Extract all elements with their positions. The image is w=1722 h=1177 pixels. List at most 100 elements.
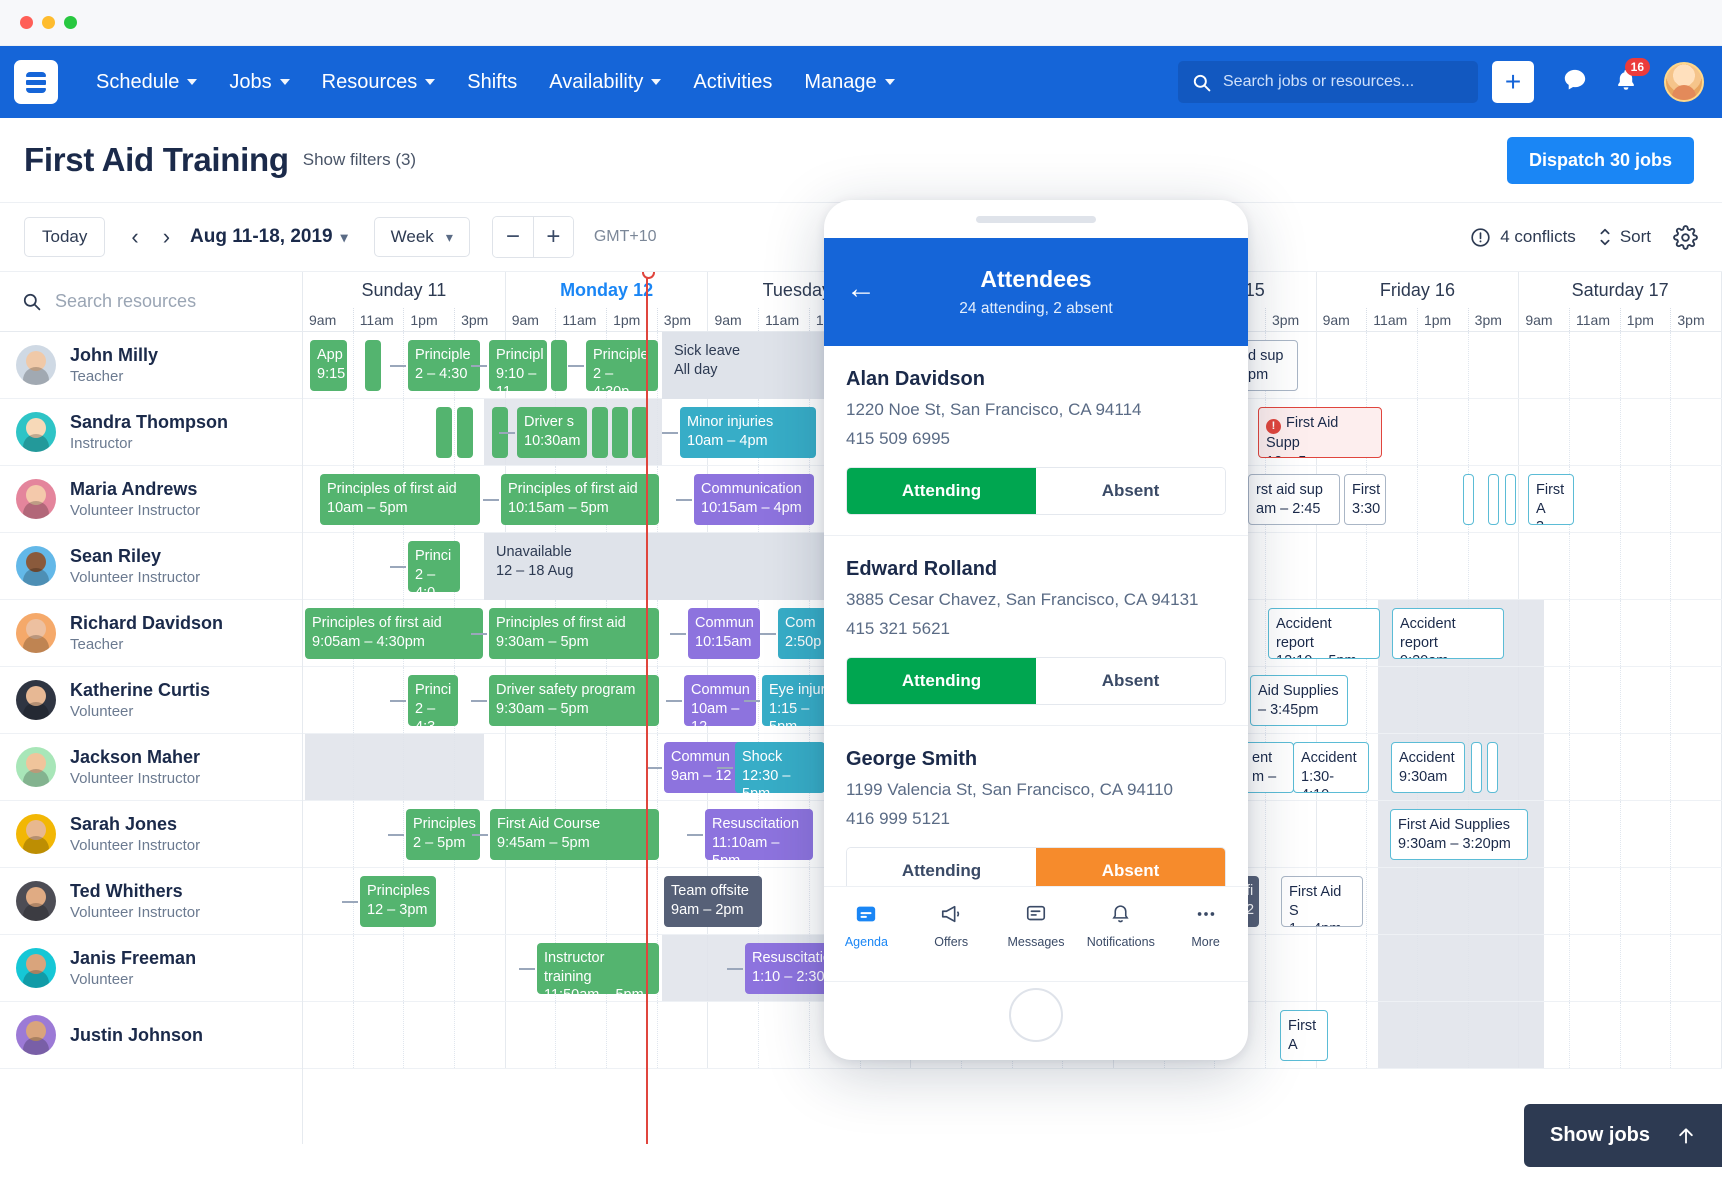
calendar-day-cell[interactable] bbox=[1519, 935, 1722, 1001]
nav-item-activities[interactable]: Activities bbox=[677, 63, 788, 102]
absent-option[interactable]: Absent bbox=[1036, 468, 1225, 514]
nav-item-availability[interactable]: Availability bbox=[533, 63, 677, 102]
calendar-event[interactable] bbox=[457, 407, 473, 458]
calendar-hour-cell[interactable] bbox=[1621, 533, 1672, 599]
resource-row[interactable]: Jackson Maher Volunteer Instructor bbox=[0, 734, 302, 801]
calendar-day-cell[interactable] bbox=[303, 935, 506, 1001]
calendar-hour-cell[interactable] bbox=[404, 935, 456, 1001]
calendar-event[interactable]: Communication 10:15am – 4pm bbox=[694, 474, 814, 525]
calendar-hour-cell[interactable] bbox=[1621, 868, 1672, 934]
next-week-button[interactable]: › bbox=[151, 220, 182, 254]
calendar-hour-cell[interactable] bbox=[1671, 801, 1721, 867]
calendar-day-cell[interactable] bbox=[1317, 332, 1520, 398]
calendar-hour-cell[interactable] bbox=[1469, 399, 1519, 465]
calendar-hour-cell[interactable] bbox=[1570, 466, 1621, 532]
calendar-hour-cell[interactable] bbox=[1519, 533, 1570, 599]
zoom-in-button[interactable]: + bbox=[532, 217, 573, 257]
nav-item-shifts[interactable]: Shifts bbox=[451, 63, 533, 102]
resource-row[interactable]: John Milly Teacher bbox=[0, 332, 302, 399]
calendar-hour-cell[interactable] bbox=[759, 868, 810, 934]
calendar-hour-cell[interactable] bbox=[1570, 734, 1621, 800]
resource-row[interactable]: Janis Freeman Volunteer bbox=[0, 935, 302, 1002]
calendar-hour-cell[interactable] bbox=[1570, 801, 1621, 867]
calendar-hour-cell[interactable] bbox=[1317, 935, 1368, 1001]
calendar-event[interactable]: Principles 2 – 5pm bbox=[406, 809, 480, 860]
calendar-day-cell[interactable] bbox=[1519, 868, 1722, 934]
sort-button[interactable]: Sort bbox=[1598, 227, 1651, 247]
calendar-event[interactable]: ent m – bbox=[1244, 742, 1294, 793]
search-resources-input[interactable]: Search resources bbox=[55, 291, 196, 312]
calendar-hour-cell[interactable] bbox=[1671, 466, 1721, 532]
calendar-hour-cell[interactable] bbox=[1317, 801, 1368, 867]
calendar-hour-cell[interactable] bbox=[1621, 667, 1672, 733]
calendar-hour-cell[interactable] bbox=[607, 868, 658, 934]
calendar-hour-cell[interactable] bbox=[1266, 801, 1316, 867]
calendar-event[interactable] bbox=[612, 407, 628, 458]
user-avatar[interactable] bbox=[1664, 62, 1704, 102]
calendar-hour-cell[interactable] bbox=[404, 1002, 456, 1068]
calendar-event[interactable]: Shock 12:30 – 5pm bbox=[735, 742, 825, 793]
attending-option[interactable]: Attending bbox=[847, 468, 1036, 514]
calendar-event[interactable]: Principles of first aid 10am – 5pm bbox=[320, 474, 480, 525]
global-search-input[interactable]: Search jobs or resources... bbox=[1223, 73, 1414, 91]
search-resources[interactable]: Search resources bbox=[0, 272, 302, 332]
resource-row[interactable]: Maria Andrews Volunteer Instructor bbox=[0, 466, 302, 533]
calendar-hour-cell[interactable] bbox=[303, 801, 354, 867]
calendar-event[interactable]: First Aid Supplies 9:30am – 3:20pm bbox=[1390, 809, 1528, 860]
calendar-event[interactable]: First A3 – 4: bbox=[1528, 474, 1574, 525]
calendar-hour-cell[interactable] bbox=[1621, 466, 1672, 532]
calendar-hour-cell[interactable] bbox=[1621, 1002, 1672, 1068]
phone-tab-agenda[interactable]: Agenda bbox=[824, 903, 909, 949]
calendar-hour-cell[interactable] bbox=[1469, 533, 1519, 599]
calendar-hour-cell[interactable] bbox=[1570, 399, 1621, 465]
calendar-day-cell[interactable] bbox=[1519, 1002, 1722, 1068]
calendar-event[interactable]: Instructor training11:50am – 5pm bbox=[537, 943, 659, 994]
calendar-event[interactable]: Driver safety program 9:30am – 5pm bbox=[489, 675, 659, 726]
calendar-hour-cell[interactable] bbox=[303, 399, 354, 465]
calendar-event[interactable]: First Aid S1 – 4pm bbox=[1281, 876, 1363, 927]
today-button[interactable]: Today bbox=[24, 217, 106, 257]
phone-home-button[interactable] bbox=[1009, 988, 1063, 1042]
calendar-hour-cell[interactable] bbox=[1418, 332, 1469, 398]
calendar-hour-cell[interactable] bbox=[303, 533, 354, 599]
calendar-hour-cell[interactable] bbox=[556, 868, 608, 934]
calendar-hour-cell[interactable] bbox=[455, 935, 505, 1001]
calendar-hour-cell[interactable] bbox=[1671, 600, 1721, 666]
close-window-button[interactable] bbox=[20, 16, 33, 29]
absent-option[interactable]: Absent bbox=[1036, 658, 1225, 704]
calendar-hour-cell[interactable] bbox=[506, 1002, 557, 1068]
calendar-day-cell[interactable] bbox=[1317, 533, 1520, 599]
calendar-event[interactable]: Principle 2 – 4:30 bbox=[408, 340, 480, 391]
calendar-hour-cell[interactable] bbox=[303, 1002, 354, 1068]
calendar-day-cell[interactable] bbox=[506, 1002, 709, 1068]
calendar-hour-cell[interactable] bbox=[354, 399, 405, 465]
calendar-day-cell[interactable] bbox=[1519, 399, 1722, 465]
calendar-hour-cell[interactable] bbox=[1671, 667, 1721, 733]
resource-row[interactable]: Richard Davidson Teacher bbox=[0, 600, 302, 667]
calendar-day-cell[interactable] bbox=[1519, 734, 1722, 800]
calendar-hour-cell[interactable] bbox=[1570, 667, 1621, 733]
calendar-hour-cell[interactable] bbox=[1621, 332, 1672, 398]
day-header[interactable]: Monday 12 bbox=[506, 272, 709, 308]
calendar-hour-cell[interactable] bbox=[708, 1002, 760, 1068]
calendar-day-cell[interactable] bbox=[303, 399, 506, 465]
calendar-event[interactable]: Principles of first aid 10:15am – 5pm bbox=[501, 474, 659, 525]
day-header[interactable]: Friday 16 bbox=[1317, 272, 1520, 308]
calendar-hour-cell[interactable] bbox=[1266, 533, 1316, 599]
calendar-event[interactable]: Principles 12 – 3pm bbox=[360, 876, 436, 927]
calendar-hour-cell[interactable] bbox=[1570, 332, 1621, 398]
day-header[interactable]: Saturday 17 bbox=[1519, 272, 1722, 308]
nav-item-schedule[interactable]: Schedule bbox=[80, 63, 213, 102]
calendar-day-cell[interactable] bbox=[1519, 332, 1722, 398]
calendar-hour-cell[interactable] bbox=[1570, 935, 1621, 1001]
calendar-event[interactable]: Commun 10:15am bbox=[688, 608, 760, 659]
calendar-hour-cell[interactable] bbox=[1367, 332, 1418, 398]
add-button[interactable]: + bbox=[1492, 61, 1534, 103]
calendar-day-cell[interactable] bbox=[1519, 801, 1722, 867]
resource-row[interactable]: Katherine Curtis Volunteer bbox=[0, 667, 302, 734]
calendar-day-cell[interactable] bbox=[1519, 600, 1722, 666]
calendar-event[interactable]: rst aid sup am – 2:45 bbox=[1248, 474, 1340, 525]
notifications-button[interactable]: 16 bbox=[1614, 57, 1650, 98]
phone-tab-offers[interactable]: Offers bbox=[909, 903, 994, 949]
calendar-event[interactable]: Driver s 10:30am bbox=[517, 407, 587, 458]
